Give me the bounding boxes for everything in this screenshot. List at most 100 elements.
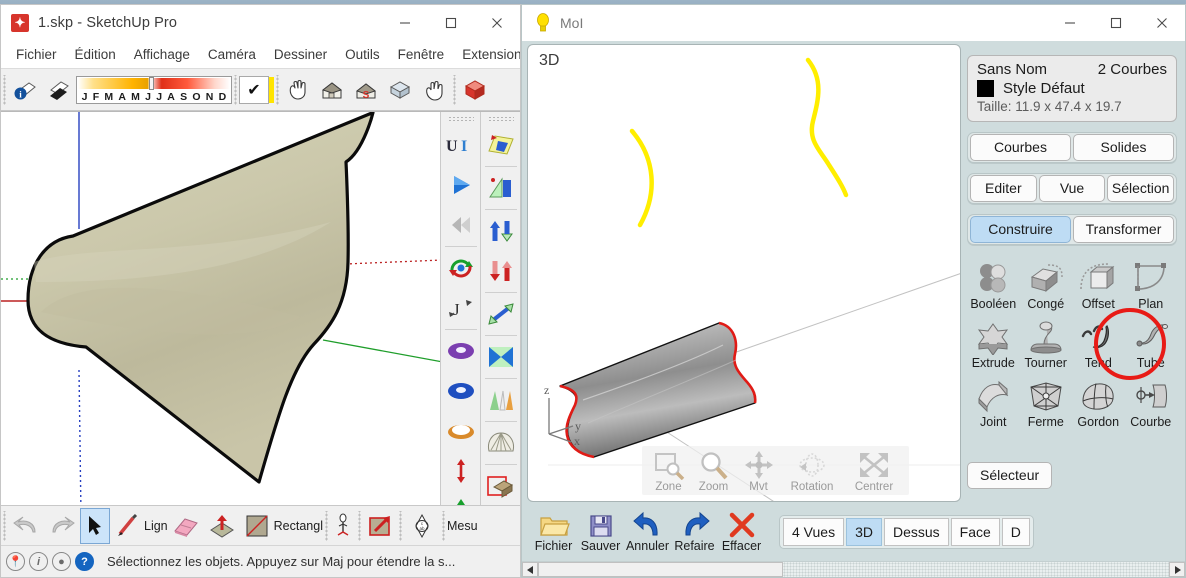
toolbar-grip[interactable]: [447, 116, 474, 122]
shell-icon[interactable]: [482, 423, 520, 463]
toolbar-grip[interactable]: [355, 510, 363, 541]
scroll-left-arrow-icon[interactable]: [522, 562, 538, 577]
month-slider-knob[interactable]: [149, 76, 154, 90]
selecteur-button[interactable]: Sélecteur: [967, 462, 1053, 489]
gradient-triangles-icon[interactable]: [482, 380, 520, 420]
view-tab-face[interactable]: Face: [950, 518, 1000, 546]
tool-fillet[interactable]: Congé: [1020, 254, 1073, 311]
pan-hand-icon[interactable]: [281, 72, 315, 108]
tab-selection[interactable]: Sélection: [1107, 175, 1175, 202]
scrollbar-track[interactable]: [783, 562, 1169, 577]
red-double-arrow-icon[interactable]: [442, 451, 480, 491]
tool-curve-surface[interactable]: Courbe: [1125, 372, 1178, 429]
maximize-icon[interactable]: [428, 5, 474, 41]
help-icon[interactable]: ?: [75, 552, 94, 571]
UI-icon[interactable]: UI: [442, 125, 480, 165]
person-icon[interactable]: [330, 508, 356, 544]
toolbar-grip[interactable]: [322, 510, 330, 541]
down-up-arrows-icon[interactable]: [482, 251, 520, 291]
box-icon[interactable]: [383, 72, 417, 108]
green-blue-wedge-icon[interactable]: [482, 168, 520, 208]
tool-extrude[interactable]: Extrude: [967, 313, 1020, 370]
moi-3d-viewport[interactable]: 3D z y x Zone Zoom Mvt Rotation Centrer: [527, 44, 961, 502]
redo-button[interactable]: Refaire: [671, 511, 718, 553]
shadow-month-slider[interactable]: J F M A M J J A S O N D: [76, 75, 232, 104]
select-arrow-icon[interactable]: [80, 507, 110, 544]
toolbar-grip[interactable]: [274, 74, 281, 105]
rectangle-icon[interactable]: [240, 508, 274, 544]
view-tab-4vues[interactable]: 4 Vues: [783, 518, 845, 546]
red-cube-icon[interactable]: [458, 72, 492, 108]
nav-rotation[interactable]: Rotation: [781, 448, 843, 494]
toolbar-grip[interactable]: [396, 510, 404, 541]
tool-network[interactable]: Ferme: [1020, 372, 1073, 429]
orbit-icon[interactable]: c ab: [404, 508, 440, 544]
house-icon[interactable]: [315, 72, 349, 108]
maximize-icon[interactable]: [1093, 5, 1139, 41]
pencil-icon[interactable]: [110, 508, 144, 544]
yellow-blue-plane-icon[interactable]: [482, 125, 520, 165]
menu-item-camera[interactable]: Caméra: [199, 44, 265, 65]
bowtie-icon[interactable]: [482, 337, 520, 377]
view-tab-3d[interactable]: 3D: [846, 518, 882, 546]
redo-icon[interactable]: [44, 508, 80, 544]
delete-button[interactable]: Effacer: [718, 511, 765, 553]
measure-tool-label[interactable]: Mesu: [447, 519, 478, 533]
play-icon[interactable]: [442, 165, 480, 205]
style-name[interactable]: Style Défaut: [1003, 80, 1085, 97]
view-tab-dessus[interactable]: Dessus: [883, 518, 949, 546]
tool-loft[interactable]: Joint: [967, 372, 1020, 429]
save-button[interactable]: Sauver: [577, 511, 624, 553]
grab-hand-icon[interactable]: [417, 72, 451, 108]
tool-sweep[interactable]: Tend: [1072, 313, 1125, 370]
scroll-right-arrow-icon[interactable]: [1169, 562, 1185, 577]
rewind-icon[interactable]: [442, 205, 480, 245]
curve-J-icon[interactable]: J: [442, 288, 480, 328]
line-tool-label[interactable]: Lign: [144, 519, 168, 533]
toolbar-grip[interactable]: [439, 510, 447, 541]
photo-match-icon[interactable]: [363, 508, 397, 544]
scrollbar-thumb[interactable]: [538, 562, 783, 577]
menu-item-edition[interactable]: Édition: [66, 44, 125, 65]
toolbar-grip[interactable]: [232, 74, 239, 105]
pushpull-icon[interactable]: [204, 508, 240, 544]
toolbar-grip[interactable]: [487, 116, 514, 122]
view-tab-droite[interactable]: D: [1001, 518, 1030, 546]
tool-revolve[interactable]: Tourner: [1020, 313, 1073, 370]
export-icon[interactable]: S: [349, 72, 383, 108]
menu-item-dessiner[interactable]: Dessiner: [265, 44, 336, 65]
toolbar-grip[interactable]: [1, 74, 8, 105]
toolbar-grip[interactable]: [1, 510, 8, 541]
nav-zoom[interactable]: Zoom: [691, 448, 736, 494]
nav-centrer[interactable]: Centrer: [843, 448, 905, 494]
tool-offset[interactable]: Offset: [1072, 254, 1125, 311]
green-double-arrow-icon[interactable]: [442, 491, 480, 505]
tab-editer[interactable]: Editer: [970, 175, 1037, 202]
tab-vue[interactable]: Vue: [1038, 175, 1106, 202]
tab-construire[interactable]: Construire: [970, 216, 1071, 243]
tool-tube[interactable]: Tube: [1125, 313, 1178, 370]
toolbar-grip[interactable]: [451, 74, 458, 105]
close-icon[interactable]: [474, 5, 520, 41]
close-icon[interactable]: [1139, 5, 1185, 41]
tool-planar[interactable]: Plan: [1125, 254, 1178, 311]
red-box-icon[interactable]: [482, 466, 520, 505]
tab-courbes[interactable]: Courbes: [970, 134, 1071, 161]
location-icon[interactable]: 📍: [6, 552, 25, 571]
sketchup-viewport[interactable]: UI J: [1, 111, 520, 505]
tool-boolean[interactable]: Booléen: [967, 254, 1020, 311]
file-button[interactable]: Fichier: [530, 511, 577, 553]
check-icon[interactable]: ✔: [239, 75, 269, 104]
moi-horizontal-scrollbar[interactable]: [522, 561, 1185, 577]
undo-button[interactable]: Annuler: [624, 511, 671, 553]
eraser-icon[interactable]: [168, 508, 204, 544]
tool-gordon[interactable]: Gordon: [1072, 372, 1125, 429]
purple-torus-icon[interactable]: [442, 331, 480, 371]
menu-item-outils[interactable]: Outils: [336, 44, 389, 65]
account-icon[interactable]: ●: [52, 552, 71, 571]
info-icon[interactable]: i: [8, 72, 42, 108]
nav-mvt[interactable]: Mvt: [736, 448, 781, 494]
rectangle-tool-label[interactable]: Rectangl: [274, 519, 323, 533]
tab-solides[interactable]: Solides: [1073, 134, 1174, 161]
up-down-arrows-icon[interactable]: [482, 211, 520, 251]
